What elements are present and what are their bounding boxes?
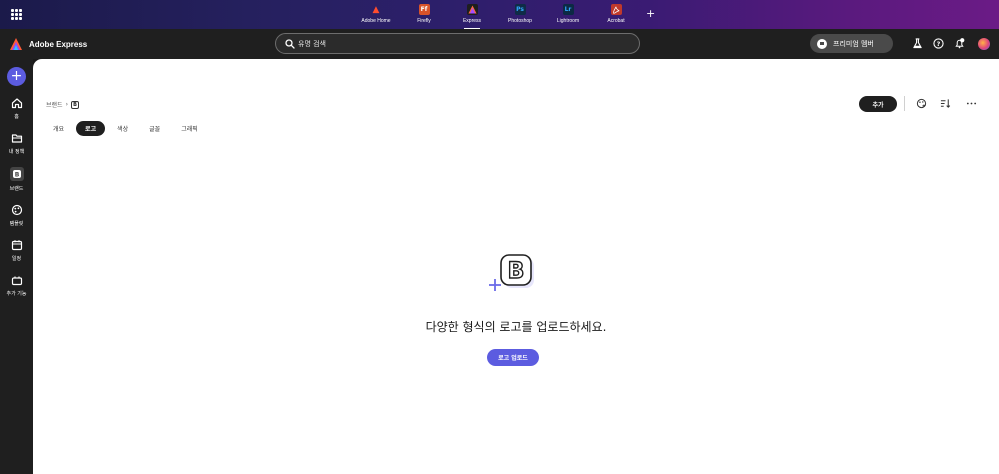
app-lightroom[interactable]: Lr Lightroom	[544, 3, 592, 29]
express-icon	[466, 4, 478, 15]
premium-member-button[interactable]: 프리미엄 멤버	[810, 34, 893, 53]
app-label: Photoshop	[508, 18, 532, 24]
breadcrumb-separator: ›	[65, 101, 68, 108]
add-button[interactable]: 추가	[859, 96, 897, 112]
sort-icon[interactable]	[940, 98, 951, 109]
nav-label: 추가 기능	[6, 291, 27, 297]
add-app-button[interactable]: +	[646, 7, 655, 20]
nav-item-brand[interactable]: B 브랜드	[0, 167, 33, 192]
brand-tabs: 개요 로고 색상 글꼴 그래픽	[44, 121, 210, 136]
lab-flask-icon[interactable]	[912, 38, 923, 49]
nav-item-templates[interactable]: 템플릿	[0, 204, 33, 227]
app-label: Adobe Home	[361, 18, 391, 24]
add-ons-icon	[11, 276, 22, 286]
folder-icon	[11, 134, 22, 143]
svg-text:B: B	[508, 259, 525, 284]
search-icon	[285, 39, 295, 49]
nav-label: 내 정책	[8, 149, 25, 155]
home-icon	[11, 98, 22, 109]
app-express[interactable]: Express	[448, 3, 496, 29]
adobe-home-icon: ▲	[372, 4, 380, 15]
app-adobe-home[interactable]: ▲ Adobe Home	[352, 3, 400, 29]
lightroom-icon: Lr	[562, 4, 574, 15]
app-label: Express	[462, 18, 482, 24]
nav-label: 템플릿	[9, 221, 24, 227]
notifications-bell-icon[interactable]	[954, 38, 965, 49]
brand-name: Adobe Express	[29, 39, 88, 49]
tab-colors[interactable]: 색상	[108, 121, 137, 136]
search-input[interactable]	[298, 37, 598, 51]
left-nav-rail: + 홈 내 정책 B 브랜드 템플릿 일정 추가 기능	[0, 59, 33, 474]
help-icon[interactable]: ?	[933, 38, 944, 49]
photoshop-icon: Ps	[514, 4, 526, 15]
app-label: Firefly	[417, 18, 431, 24]
app-list: ▲ Adobe Home Ff Firefly Express Ps Photo…	[352, 3, 655, 29]
nav-label: 홈	[14, 114, 19, 120]
app-label: Lightroom	[556, 18, 580, 24]
tab-overview[interactable]: 개요	[44, 121, 73, 136]
premium-label: 프리미엄 멤버	[833, 39, 874, 48]
nav-item-my-projects[interactable]: 내 정책	[0, 132, 33, 155]
main-panel: 브랜드 › B 개요 로고 색상 글꼴 그래픽 추가 B 다양한 형식의 로고를…	[33, 59, 999, 474]
upload-logo-button[interactable]: 로고 업로드	[487, 349, 539, 366]
logo-upload-illustration-icon: B	[489, 254, 534, 291]
adobe-express-logo-icon	[10, 38, 22, 50]
more-options-icon[interactable]	[966, 98, 977, 109]
app-acrobat[interactable]: Acrobat	[592, 3, 640, 29]
svg-text:?: ?	[937, 40, 941, 48]
tab-graphics[interactable]: 그래픽	[172, 121, 207, 136]
nav-label: 일정	[11, 256, 22, 262]
nav-item-schedule[interactable]: 일정	[0, 239, 33, 262]
create-button[interactable]: +	[7, 67, 26, 86]
app-header: Adobe Express 프리미엄 멤버 ?	[0, 29, 999, 59]
calendar-icon	[11, 240, 22, 251]
firefly-icon: Ff	[418, 4, 430, 15]
share-palette-icon[interactable]	[916, 98, 927, 109]
nav-label: 브랜드	[9, 186, 24, 192]
empty-state-title: 다양한 형식의 로고를 업로드하세요.	[425, 320, 607, 334]
apps-grid-icon[interactable]	[11, 9, 22, 20]
app-switcher-bar: ▲ Adobe Home Ff Firefly Express Ps Photo…	[0, 0, 999, 29]
brand-icon: B	[9, 167, 24, 181]
svg-text:B: B	[14, 172, 19, 179]
tab-fonts[interactable]: 글꼴	[140, 121, 169, 136]
nav-item-add-ons[interactable]: 추가 기능	[0, 274, 33, 297]
acrobat-icon	[610, 4, 622, 15]
app-firefly[interactable]: Ff Firefly	[400, 3, 448, 29]
app-label: Acrobat	[607, 18, 625, 24]
nav-item-home[interactable]: 홈	[0, 97, 33, 120]
user-avatar[interactable]	[978, 38, 990, 50]
search-bar[interactable]	[275, 33, 640, 54]
templates-icon	[11, 204, 22, 216]
toolbar-divider	[904, 96, 905, 111]
breadcrumb-root-link[interactable]: 브랜드	[46, 100, 63, 109]
premium-crown-icon	[817, 38, 827, 49]
brand[interactable]: Adobe Express	[9, 37, 87, 51]
tab-logos[interactable]: 로고	[76, 121, 106, 136]
brand-kit-logo-icon[interactable]: B	[70, 100, 79, 109]
app-photoshop[interactable]: Ps Photoshop	[496, 3, 544, 29]
breadcrumb: 브랜드 › B	[46, 100, 79, 109]
